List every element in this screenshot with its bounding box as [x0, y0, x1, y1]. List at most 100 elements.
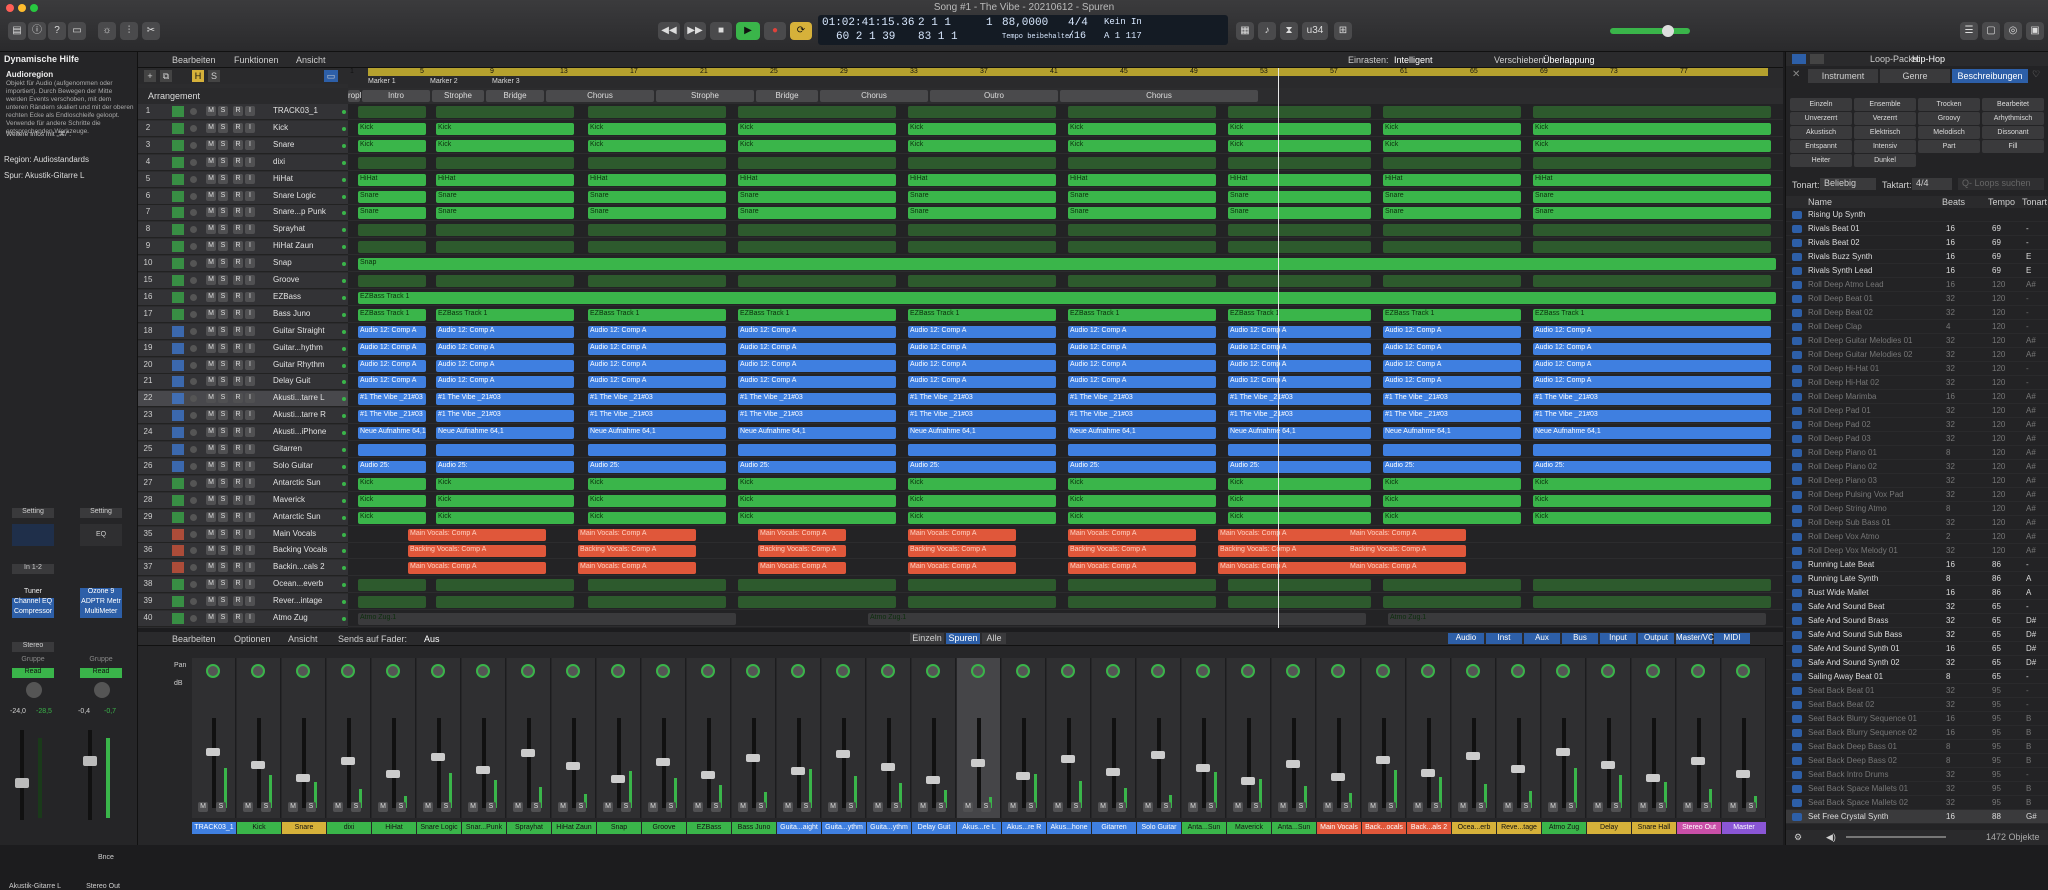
pan-knob[interactable] [1556, 664, 1570, 678]
audio-region[interactable]: Audio 25: [738, 460, 896, 473]
channel-name[interactable]: Delay Guit [912, 822, 956, 834]
library-icon[interactable]: ▤ [8, 22, 26, 40]
loop-row[interactable]: Roll Deep Pad 02 32 120 A# [1786, 418, 2048, 432]
mute-button[interactable]: M [206, 545, 216, 556]
audio-region[interactable]: Audio 12: Comp A [1068, 376, 1216, 389]
record-enable-button[interactable]: R [233, 376, 243, 387]
audio-region[interactable]: HiHat [908, 173, 1056, 186]
audio-region[interactable]: EZBass Track 1 [1533, 308, 1771, 321]
audio-region[interactable]: Audio 25: [1533, 460, 1771, 473]
loop-row[interactable]: Roll Deep Piano 01 8 120 A# [1786, 446, 2048, 460]
audio-region[interactable]: Snare [588, 207, 726, 220]
channel-mute-button[interactable]: M [558, 802, 568, 812]
audio-region[interactable] [1383, 156, 1521, 169]
channel-solo-button[interactable]: S [1026, 802, 1036, 812]
audio-region[interactable]: Snare [436, 190, 574, 203]
audio-region[interactable]: Kick [436, 477, 574, 490]
track-header[interactable]: 40 M S R I Atmo Zug [138, 611, 348, 627]
channel-solo-button[interactable]: S [1701, 802, 1711, 812]
loop-row[interactable]: Seat Back Intro Drums 32 95 - [1786, 768, 2048, 782]
mute-button[interactable]: M [206, 139, 216, 150]
mute-button[interactable]: M [206, 224, 216, 235]
solo-global-icon[interactable]: S [208, 70, 220, 82]
loop-row[interactable]: Rivals Beat 01 16 69 - [1786, 222, 2048, 236]
track-header[interactable]: 7 M S R I Snare...p Punk [138, 205, 348, 222]
audio-region[interactable]: Audio 12: Comp A [358, 359, 426, 372]
channel-solo-button[interactable]: S [936, 802, 946, 812]
keyword-button[interactable]: Bearbeitet [1982, 98, 2044, 111]
strip2-plugin-3[interactable]: MultiMeter [80, 608, 122, 618]
audio-region[interactable]: Kick [436, 511, 574, 524]
solo-button[interactable]: S [218, 139, 228, 150]
volume-fader[interactable] [386, 770, 400, 778]
volume-fader[interactable] [566, 762, 580, 770]
pan-knob[interactable] [791, 664, 805, 678]
pan-knob[interactable] [1421, 664, 1435, 678]
audio-region[interactable]: EZBass Track 1 [358, 291, 1776, 304]
loop-row[interactable]: Roll Deep Piano 02 32 120 A# [1786, 460, 2048, 474]
track-power-icon[interactable] [190, 158, 197, 166]
track-header[interactable]: 22 M S R I Akusti...tarre L [138, 391, 348, 408]
loop-row[interactable]: Running Late Beat 16 86 - [1786, 558, 2048, 572]
mute-button[interactable]: M [206, 562, 216, 573]
record-enable-button[interactable]: R [233, 511, 243, 522]
strip2-plugin-1[interactable]: Ozone 9 [80, 588, 122, 598]
audio-region[interactable]: Kick [436, 494, 574, 507]
audio-region[interactable]: Audio 12: Comp A [908, 325, 1056, 338]
volume-fader[interactable] [1151, 751, 1165, 759]
editors-icon[interactable]: ✂ [142, 22, 160, 40]
record-enable-button[interactable]: R [233, 460, 243, 471]
strip2-group[interactable]: Gruppe [80, 656, 122, 666]
audio-region[interactable]: Neue Aufnahme 64,1 [436, 427, 574, 440]
track-header[interactable]: 6 M S R I Snare Logic [138, 188, 348, 205]
audio-region[interactable]: Neue Aufnahme 64,1 [358, 427, 426, 440]
pan-knob[interactable] [1466, 664, 1480, 678]
audio-region[interactable]: Audio 12: Comp A [588, 359, 726, 372]
volume-fader[interactable] [431, 753, 445, 761]
audio-region[interactable]: Snare [738, 190, 896, 203]
channel-name[interactable]: EZBass [687, 822, 731, 834]
track-header[interactable]: 21 M S R I Delay Guit [138, 374, 348, 391]
metronome-icon[interactable]: ⧗ [1280, 22, 1298, 40]
pan-knob[interactable] [926, 664, 940, 678]
channel-name[interactable]: Main Vocals [1317, 822, 1361, 834]
tab-instrument[interactable]: Instrument [1808, 69, 1878, 83]
input-monitor-button[interactable]: I [245, 444, 255, 454]
loop-row[interactable]: Rivals Beat 02 16 69 - [1786, 236, 2048, 250]
arrangement-marker[interactable]: Chorus [546, 90, 654, 102]
solo-button[interactable]: S [218, 477, 228, 488]
audio-region[interactable]: Backing Vocals: Comp A [908, 545, 1016, 558]
channel-mute-button[interactable]: M [1278, 802, 1288, 812]
audio-region[interactable]: #1 The Vibe _21#03 [436, 410, 574, 423]
audio-region[interactable] [1068, 241, 1216, 254]
channel-mute-button[interactable]: M [1638, 802, 1648, 812]
audio-region[interactable]: Audio 12: Comp A [1383, 342, 1521, 355]
favorite-icon[interactable]: ♡ [2032, 69, 2046, 83]
mute-button[interactable]: M [206, 308, 216, 319]
loop-row[interactable]: Set Free Crystal Synth 16 88 G# [1786, 810, 2048, 824]
audio-region[interactable]: Neue Aufnahme 64,1 [908, 427, 1056, 440]
track-power-icon[interactable] [190, 446, 197, 453]
marker[interactable]: Marker 1 [368, 78, 396, 85]
audio-region[interactable]: Neue Aufnahme 64,1 [1533, 427, 1771, 440]
loop-row[interactable]: Roll Deep Pulsing Vox Pad 32 120 A# [1786, 488, 2048, 502]
mute-button[interactable]: M [206, 579, 216, 590]
channel-solo-button[interactable]: S [351, 802, 361, 812]
record-enable-button[interactable]: R [233, 342, 243, 353]
audio-region[interactable] [436, 241, 574, 254]
audio-region[interactable] [436, 444, 574, 456]
audio-region[interactable]: Backing Vocals: Comp A [758, 545, 846, 558]
master-volume-slider[interactable] [1610, 25, 1690, 37]
track-header[interactable]: 9 M S R I HiHat Zaun [138, 239, 348, 256]
channel-solo-button[interactable]: S [396, 802, 406, 812]
channel-name[interactable]: Guita...ythm [822, 822, 866, 834]
channel-mute-button[interactable]: M [603, 802, 613, 812]
audio-region[interactable]: Kick [1068, 122, 1216, 135]
record-enable-button[interactable]: R [233, 562, 243, 573]
pan-knob[interactable] [1601, 664, 1615, 678]
audio-region[interactable]: Main Vocals: Comp A [408, 562, 546, 575]
audio-region[interactable] [1228, 579, 1371, 592]
loop-search-input[interactable]: Q- Loops suchen [1958, 178, 2044, 190]
channel-mute-button[interactable]: M [1548, 802, 1558, 812]
browser-icon[interactable]: ▣ [2026, 22, 2044, 40]
